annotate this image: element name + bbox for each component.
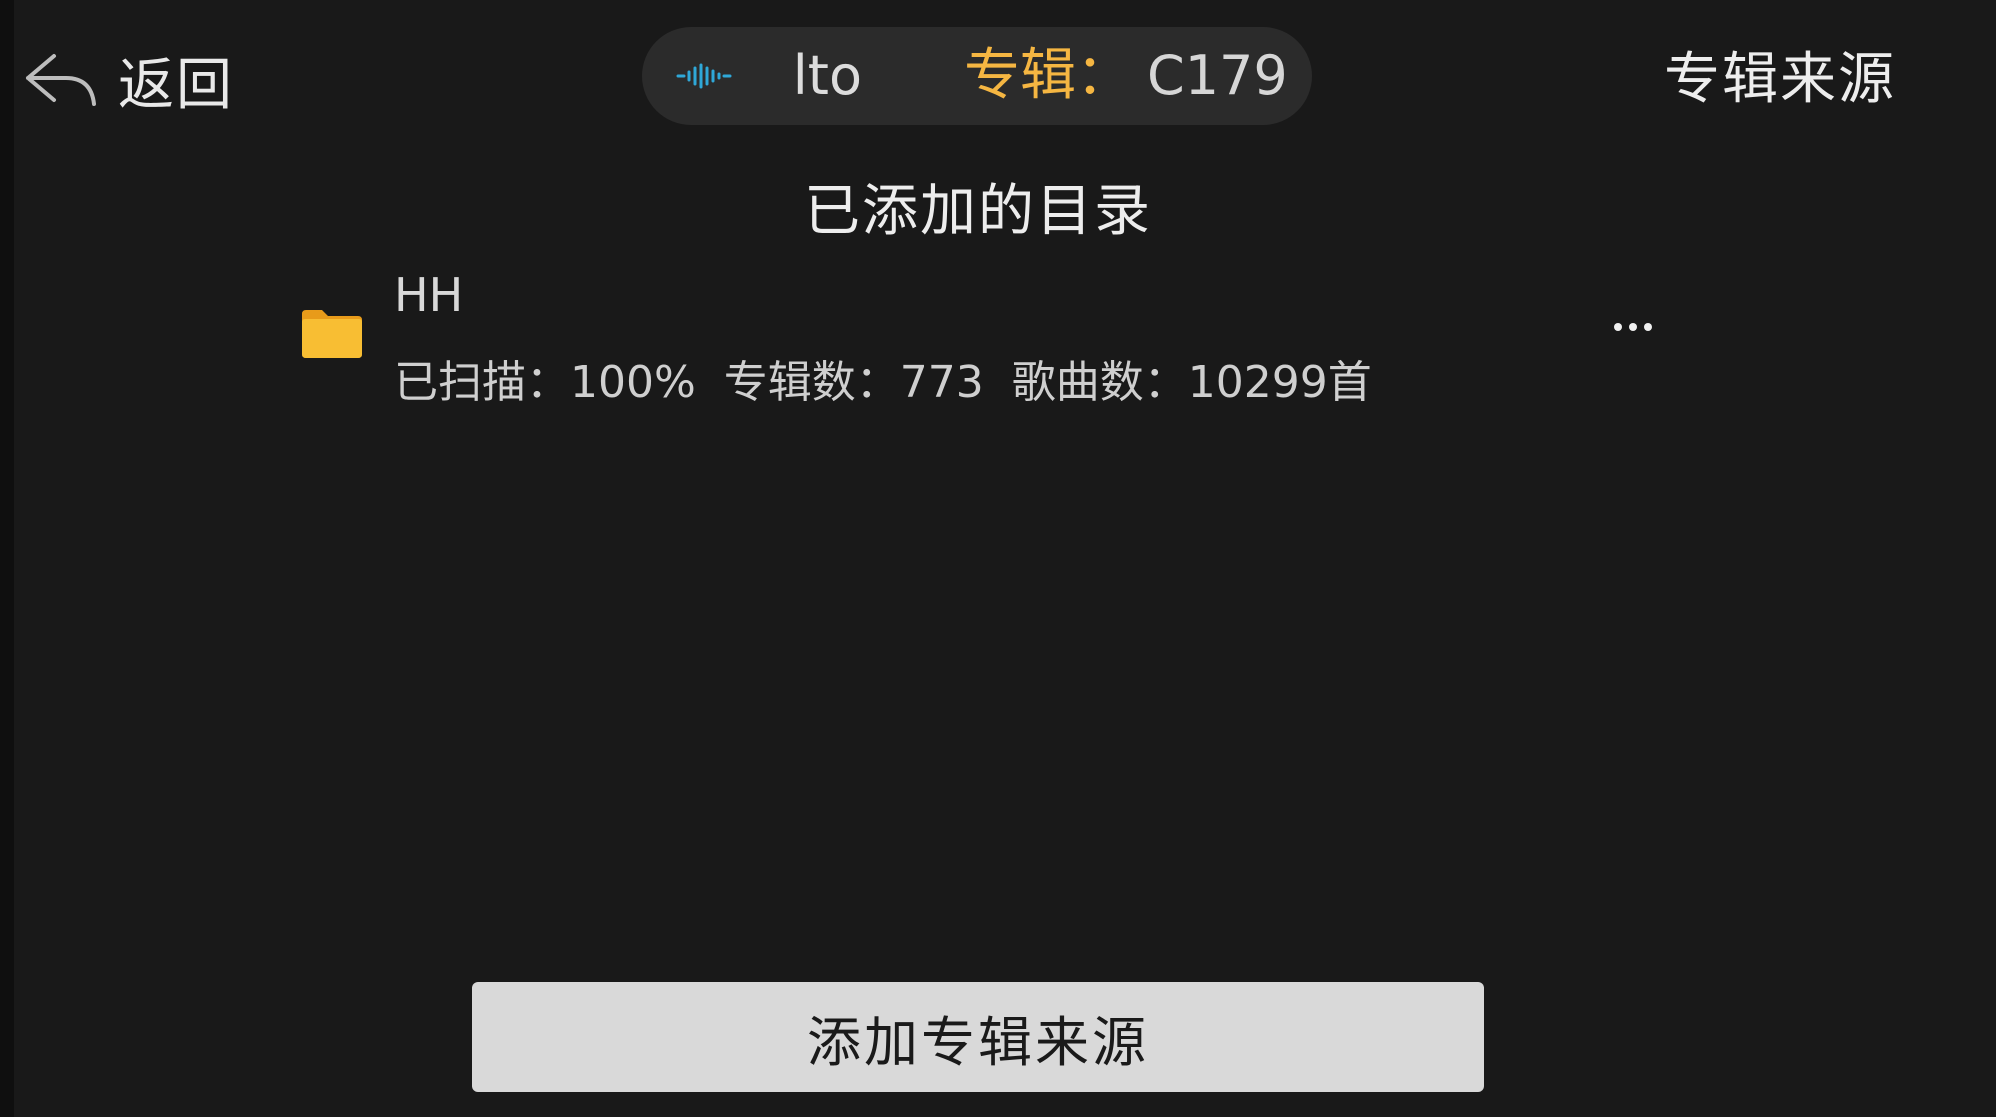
now-playing-album-value: C179: [1147, 44, 1287, 107]
album-count: 专辑数：773: [723, 357, 984, 408]
section-title: 已添加的目录: [804, 179, 1152, 244]
back-arrow-icon: [26, 54, 96, 106]
more-dot-icon: [1644, 323, 1652, 331]
page-title: 专辑来源: [1664, 47, 1896, 112]
directory-row[interactable]: HH 已扫描：100% 专辑数：773 歌曲数：10299首: [290, 262, 1680, 412]
more-dot-icon: [1629, 323, 1637, 331]
now-playing-pill[interactable]: lto 专辑： C179: [642, 27, 1312, 125]
audio-wave-icon: [676, 63, 732, 89]
folder-icon: [302, 310, 362, 358]
back-label: 返回: [118, 52, 234, 118]
now-playing-track: lto: [792, 44, 862, 107]
directory-name: HH: [394, 268, 464, 322]
more-dot-icon: [1614, 323, 1622, 331]
more-options-button[interactable]: [1598, 302, 1668, 352]
song-count: 歌曲数：10299首: [1011, 357, 1372, 408]
album-source-screen: 返回 lto 专辑： C179 专辑来源 已添加的目录 HH 已扫描：100% …: [0, 0, 1996, 1117]
back-button[interactable]: 返回: [22, 40, 234, 120]
now-playing-album-label: 专辑：: [964, 43, 1132, 108]
directory-stats: 已扫描：100% 专辑数：773 歌曲数：10299首: [394, 346, 1372, 410]
scan-progress: 已扫描：100%: [394, 357, 696, 408]
add-album-source-button[interactable]: 添加专辑来源: [472, 982, 1484, 1092]
